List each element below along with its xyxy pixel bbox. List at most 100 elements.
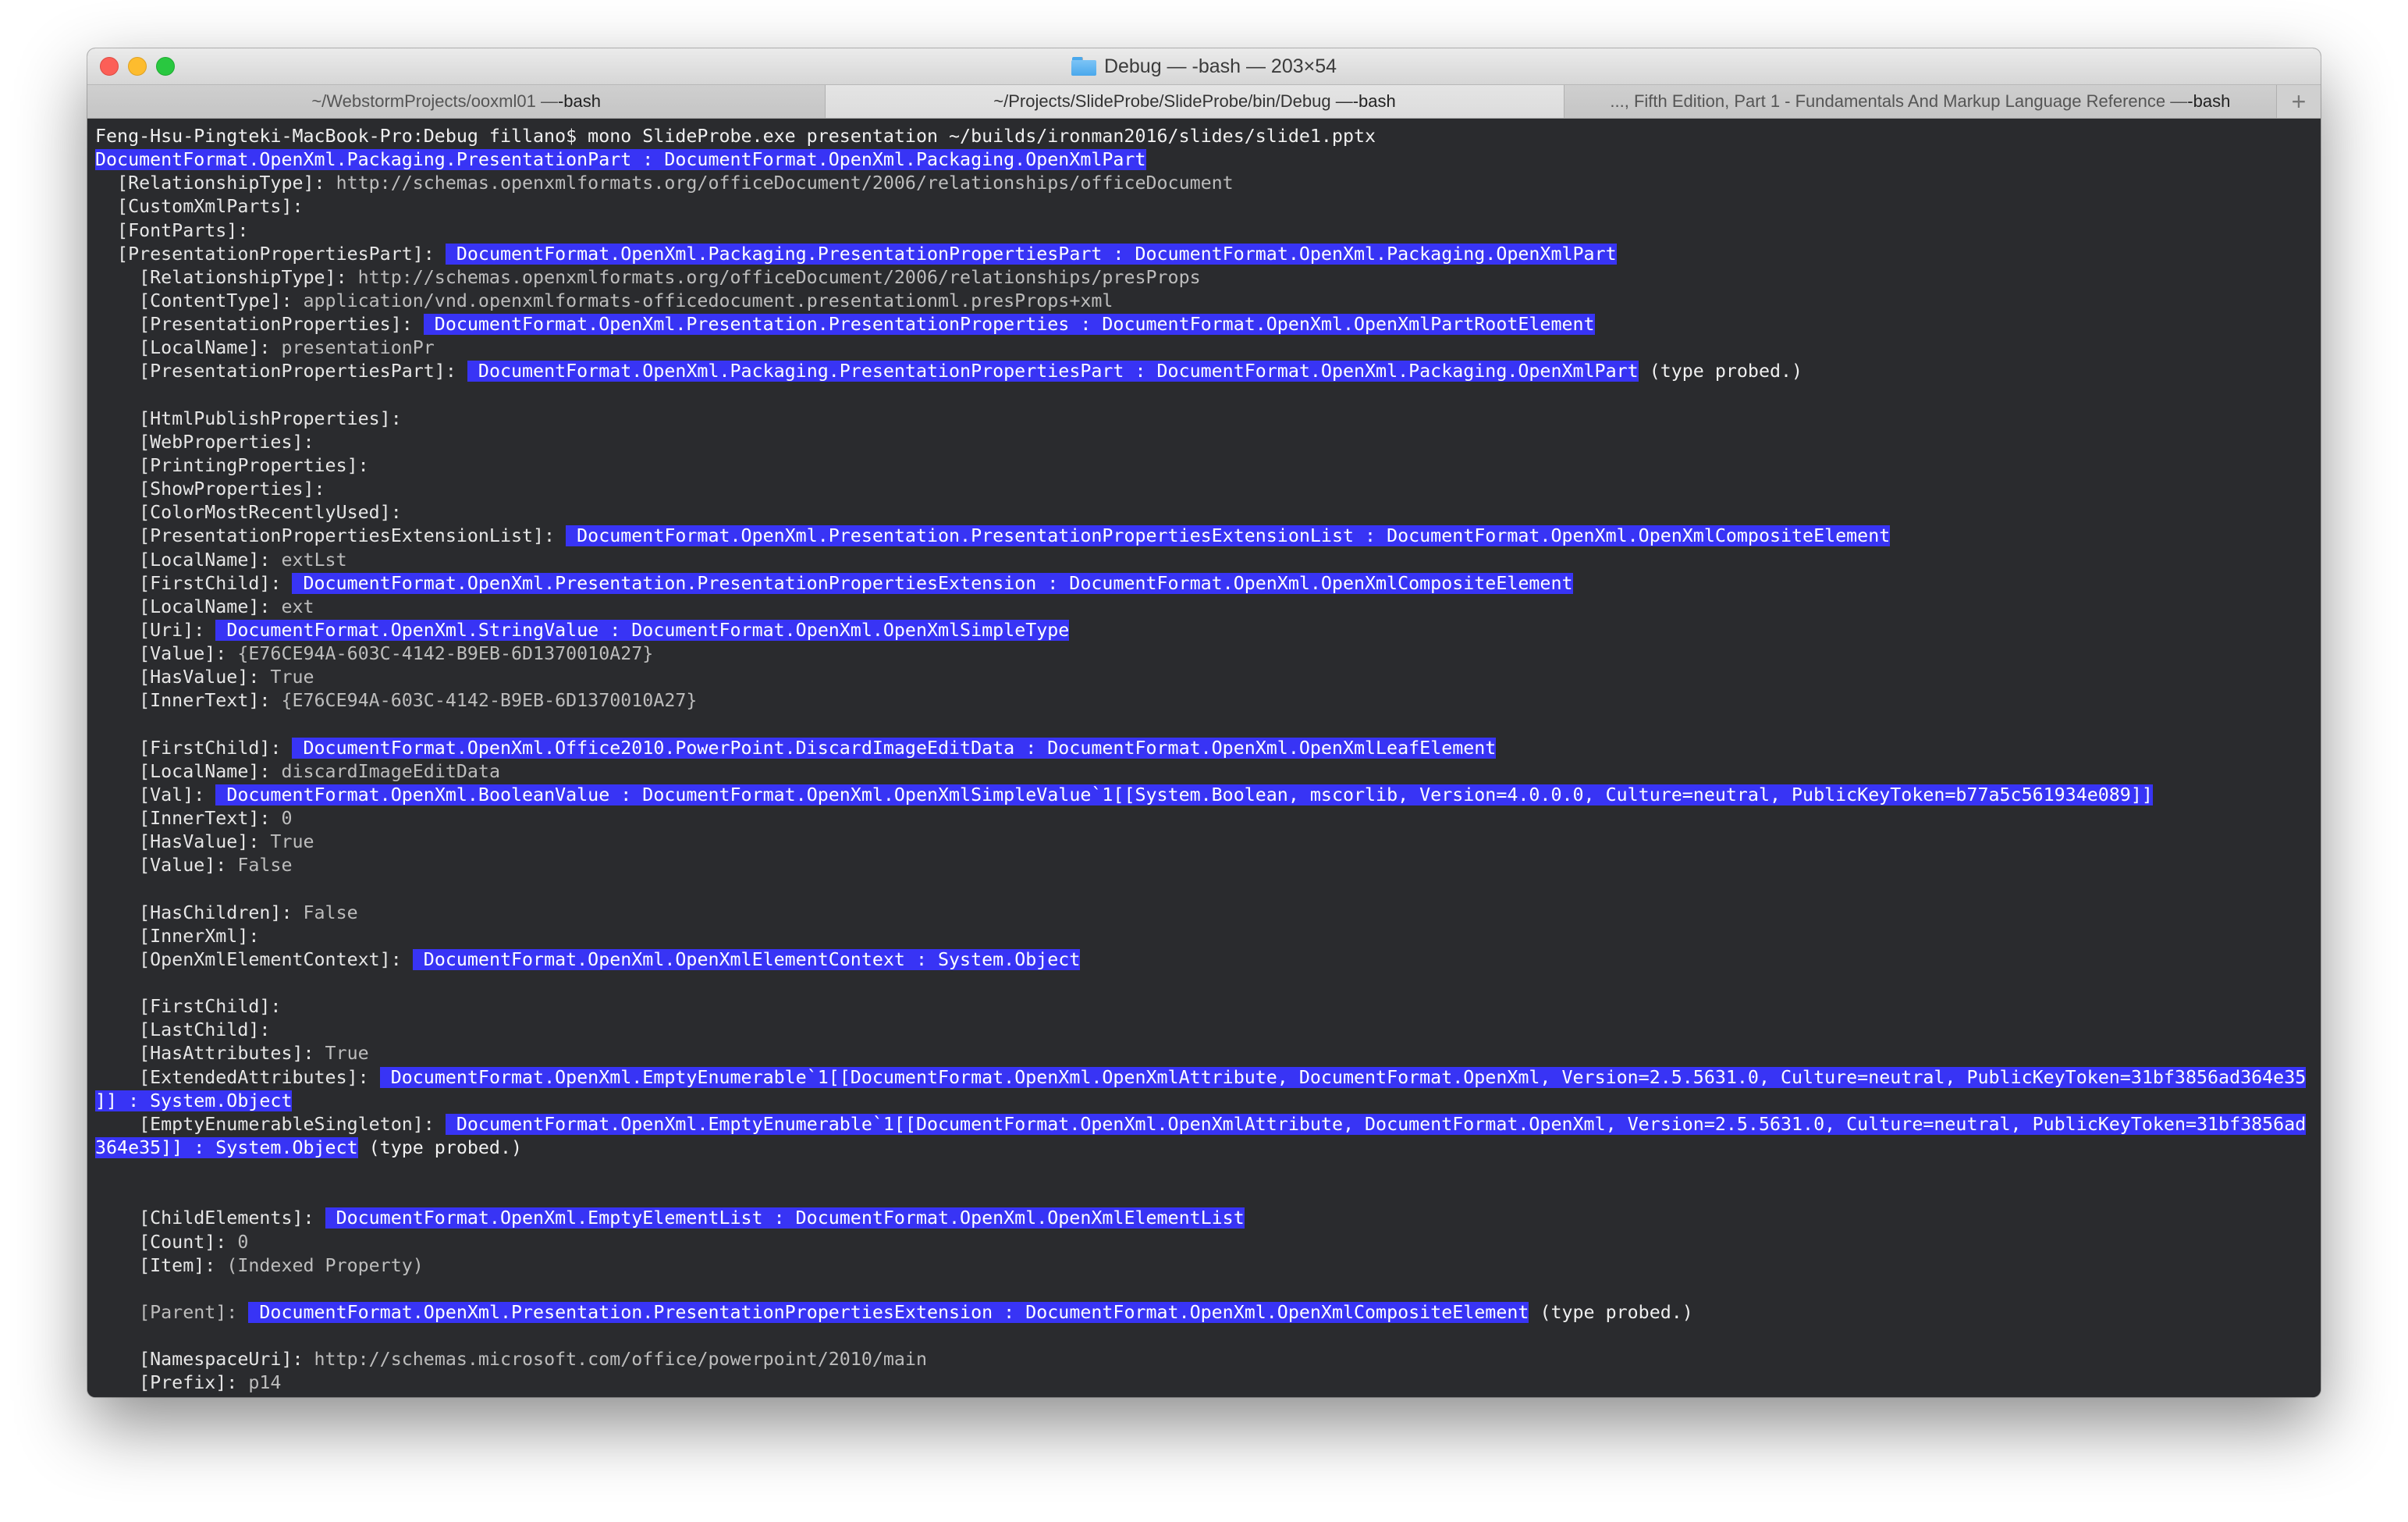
tab-bar: ~/WebstormProjects/ooxml01 — -bash ~/Pro… [87, 85, 2321, 119]
terminal-text: http://schemas.openxmlformats.org/office… [336, 172, 1234, 194]
terminal-text: [InnerText]: [95, 690, 282, 712]
tab-label: ..., Fifth Edition, Part 1 - Fundamental… [1610, 91, 2188, 111]
terminal-line: [LocalName]: presentationPr [95, 336, 2314, 360]
terminal-text: [Parent]: [95, 1302, 249, 1324]
terminal-text: [FirstChild]: [95, 737, 293, 759]
terminal-text: [OpenXmlElementContext]: [95, 948, 413, 970]
terminal-text: [Count]: [95, 1231, 238, 1253]
terminal-line: [HasChildren]: False [95, 901, 2314, 925]
terminal-line: [PresentationPropertiesExtensionList]: D… [95, 525, 2314, 548]
terminal-text: [CustomXmlParts]: [95, 196, 304, 218]
terminal-text: [HasValue]: [95, 831, 271, 853]
type-highlight: DocumentFormat.OpenXml.Presentation.Pres… [292, 572, 1573, 594]
terminal-line: [LocalName]: discardImageEditData [95, 760, 2314, 784]
terminal-text: [HasValue]: [95, 667, 271, 688]
type-highlight: DocumentFormat.OpenXml.EmptyEnumerable`1… [379, 1066, 2307, 1088]
terminal-text: [Prefix]: [95, 1372, 249, 1394]
terminal-line: [NamespaceUri]: http://schemas.microsoft… [95, 1348, 2314, 1371]
terminal-line: [OpenXmlElementContext]: DocumentFormat.… [95, 948, 2314, 972]
terminal-text: 0 [281, 808, 293, 830]
terminal-line: [Val]: DocumentFormat.OpenXml.BooleanVal… [95, 784, 2314, 807]
folder-icon [1071, 57, 1096, 76]
terminal-line: [WebProperties]: [95, 431, 2314, 454]
terminal-text: [ContentType]: [95, 290, 304, 311]
terminal-text: [LocalName]: [95, 760, 282, 782]
terminal-output[interactable]: Feng-Hsu-Pingteki-MacBook-Pro:Debug fill… [87, 119, 2321, 1397]
new-tab-button[interactable]: + [2277, 85, 2321, 118]
terminal-text: [PresentationProperties]: [95, 314, 424, 336]
type-highlight: DocumentFormat.OpenXml.Packaging.Present… [467, 361, 1639, 382]
terminal-line: [PresentationPropertiesPart]: DocumentFo… [95, 243, 2314, 266]
terminal-text: [WebProperties]: [95, 431, 314, 453]
terminal-line: [PresentationProperties]: DocumentFormat… [95, 313, 2314, 336]
terminal-line: [Prefix]: p14 [95, 1371, 2314, 1395]
terminal-text: discardImageEditData [281, 760, 500, 782]
terminal-text: presentationPr [281, 337, 435, 359]
terminal-text: [RelationshipType]: [95, 172, 336, 194]
terminal-line: [RelationshipType]: http://schemas.openx… [95, 266, 2314, 290]
tab-fifth-edition[interactable]: ..., Fifth Edition, Part 1 - Fundamental… [1564, 85, 2278, 118]
tab-label-bold: -bash [557, 91, 602, 111]
tab-label: ~/WebstormProjects/ooxml01 — [311, 91, 558, 111]
terminal-text: [ChildElements]: [95, 1207, 325, 1229]
tab-label-bold: -bash [2187, 91, 2231, 111]
terminal-text: [LocalName]: [95, 596, 282, 617]
terminal-text: ext [281, 596, 314, 617]
terminal-line: [Item]: (Indexed Property) [95, 1254, 2314, 1278]
type-highlight: 364e35]] : System.Object [95, 1137, 358, 1159]
terminal-line: [FontParts]: [95, 219, 2314, 243]
type-highlight: DocumentFormat.OpenXml.Presentation.Pres… [248, 1302, 1529, 1324]
terminal-text: [HasAttributes]: [95, 1043, 325, 1065]
terminal-line: [PresentationPropertiesPart]: DocumentFo… [95, 360, 2314, 383]
tab-webstorm-ooxml01[interactable]: ~/WebstormProjects/ooxml01 — -bash [87, 85, 826, 118]
terminal-line: [RelationshipType]: http://schemas.openx… [95, 172, 2314, 195]
terminal-text: [Uri]: [95, 619, 216, 641]
terminal-line: [LocalName]: extLst [95, 549, 2314, 572]
tab-slideprobe-debug[interactable]: ~/Projects/SlideProbe/SlideProbe/bin/Deb… [826, 85, 1564, 118]
type-highlight: DocumentFormat.OpenXml.StringValue : Doc… [215, 619, 1070, 641]
terminal-line: [FirstChild]: DocumentFormat.OpenXml.Off… [95, 737, 2314, 760]
terminal-text: application/vnd.openxmlformats-officedoc… [303, 290, 1113, 311]
terminal-text: [FirstChild]: [95, 996, 282, 1018]
terminal-line: [Value]: False [95, 854, 2314, 877]
type-highlight: DocumentFormat.OpenXml.Presentation.Pres… [566, 525, 1891, 547]
terminal-text: [ExtendedAttributes]: [95, 1066, 380, 1088]
title-bar[interactable]: Debug — -bash — 203×54 [87, 48, 2321, 85]
terminal-text: [PresentationPropertiesPart]: [95, 243, 446, 265]
terminal-text: [Value]: [95, 643, 238, 665]
terminal-text: (type probed.) [1638, 361, 1803, 382]
type-highlight: DocumentFormat.OpenXml.Packaging.Present… [445, 243, 1617, 265]
terminal-text: (Indexed Property) [226, 1254, 424, 1276]
terminal-text: http://schemas.microsoft.com/office/powe… [314, 1349, 927, 1371]
terminal-line: Feng-Hsu-Pingteki-MacBook-Pro:Debug fill… [95, 125, 2314, 148]
window-title-text: Debug — -bash — 203×54 [1103, 55, 1337, 77]
terminal-line: [Uri]: DocumentFormat.OpenXml.StringValu… [95, 619, 2314, 642]
type-highlight: DocumentFormat.OpenXml.Presentation.Pres… [423, 314, 1595, 336]
tab-label: ~/Projects/SlideProbe/SlideProbe/bin/Deb… [993, 91, 1353, 111]
terminal-line: [InnerText]: 0 [95, 807, 2314, 830]
terminal-line: [Parent]: DocumentFormat.OpenXml.Present… [95, 1301, 2314, 1325]
terminal-line: [LocalName]: ext [95, 596, 2314, 619]
tab-label-bold: -bash [1352, 91, 1396, 111]
terminal-text: [LocalName]: [95, 549, 282, 571]
terminal-line: [HasValue]: True [95, 666, 2314, 689]
terminal-text: [NamespaceUri]: [95, 1349, 314, 1371]
terminal-line: [InnerXml]: [95, 925, 2314, 948]
type-highlight: DocumentFormat.OpenXml.EmptyElementList … [325, 1207, 1245, 1229]
terminal-line: [ShowProperties]: [95, 478, 2314, 501]
terminal-line: [ContentType]: application/vnd.openxmlfo… [95, 290, 2314, 313]
terminal-line: [HasValue]: True [95, 830, 2314, 854]
terminal-text: [HtmlPublishProperties]: [95, 407, 402, 429]
terminal-text: [Item]: [95, 1254, 227, 1276]
terminal-text: [FontParts]: [95, 219, 249, 241]
terminal-line: [FirstChild]: DocumentFormat.OpenXml.Pre… [95, 572, 2314, 596]
terminal-text: [HasChildren]: [95, 901, 304, 923]
terminal-line: [ColorMostRecentlyUsed]: [95, 501, 2314, 525]
terminal-text: [PresentationPropertiesExtensionList]: [95, 525, 566, 547]
terminal-text: http://schemas.openxmlformats.org/office… [357, 266, 1201, 288]
terminal-line: [ChildElements]: DocumentFormat.OpenXml.… [95, 1207, 2314, 1230]
